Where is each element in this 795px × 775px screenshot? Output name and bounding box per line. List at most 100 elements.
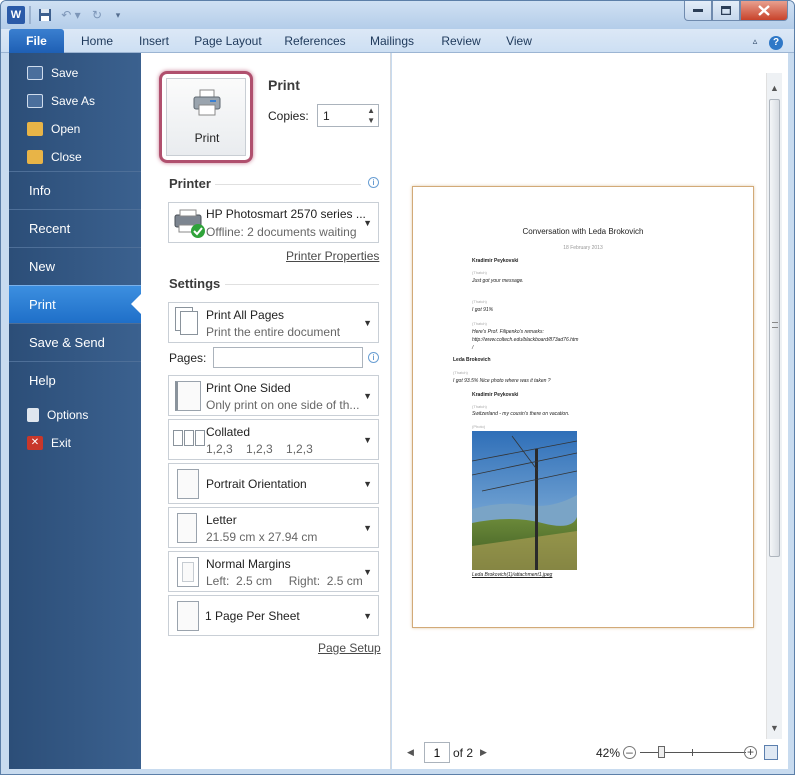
nav-close-label: Close — [51, 150, 82, 164]
one-sided-icon — [175, 381, 201, 411]
page-count: of 2 — [453, 746, 474, 760]
printer-properties-link[interactable]: Printer Properties — [286, 249, 379, 263]
nav-print[interactable]: Print — [9, 285, 141, 323]
word-app-icon[interactable]: W — [7, 6, 25, 24]
zoom-slider-thumb[interactable] — [658, 746, 665, 758]
print-heading: Print — [268, 77, 300, 93]
doc-line: (Thatch) — [453, 370, 468, 375]
copies-spinner[interactable]: 1 ▲ ▼ — [317, 104, 379, 127]
ribbon-tabs: Home Insert Page Layout References Maili… — [1, 29, 794, 53]
scroll-down-icon[interactable]: ▼ — [770, 723, 779, 733]
printer-dropdown[interactable]: HP Photosmart 2570 series ... Offline: 2… — [168, 202, 379, 243]
redo-icon[interactable]: ↻ — [89, 6, 105, 24]
doc-line: (Thatch) — [472, 404, 487, 409]
margins-dropdown[interactable]: Normal Margins Left: 2.5 cm Right: 2.5 c… — [168, 551, 379, 592]
collation-dropdown[interactable]: Collated 1,2,3 1,2,3 1,2,3 ▼ — [168, 419, 379, 460]
settings-divider — [225, 284, 379, 285]
zoom-out-icon[interactable]: – — [623, 746, 636, 759]
orientation-label: Portrait Orientation — [206, 477, 307, 491]
copies-value: 1 — [323, 109, 330, 123]
print-range-label: Print All Pages — [206, 308, 285, 322]
ribbon-collapse-icon[interactable]: ▵ — [749, 29, 761, 53]
doc-line: (Thatch) — [472, 270, 487, 275]
undo-icon[interactable]: ↶ ▾ — [59, 6, 83, 24]
orientation-dropdown[interactable]: Portrait Orientation ▼ — [168, 463, 379, 504]
pages-per-sheet-dropdown[interactable]: 1 Page Per Sheet ▼ — [168, 595, 379, 636]
print-range-dropdown[interactable]: Print All Pages Print the entire documen… — [168, 302, 379, 343]
doc-title: Conversation with Leda Brokovich — [522, 227, 644, 236]
printer-dropdown-arrow-icon: ▼ — [363, 218, 372, 228]
current-page-input[interactable] — [424, 742, 450, 763]
close-button[interactable] — [740, 1, 788, 21]
tab-references[interactable]: References — [279, 29, 351, 53]
print-range-desc: Print the entire document — [206, 325, 341, 339]
tab-page-layout[interactable]: Page Layout — [187, 29, 269, 53]
copies-label: Copies: — [268, 109, 309, 123]
scroll-up-icon[interactable]: ▲ — [770, 83, 779, 93]
nav-save[interactable]: Save — [9, 59, 141, 87]
tab-home[interactable]: Home — [73, 29, 121, 53]
preview-scrollbar[interactable]: ▲ ▼ — [766, 73, 782, 739]
zoom-slider[interactable] — [640, 746, 746, 758]
copies-down-icon[interactable]: ▼ — [367, 116, 375, 125]
nav-recent[interactable]: Recent — [9, 209, 141, 247]
nav-new[interactable]: New — [9, 247, 141, 285]
customize-qa-icon[interactable]: ▾ — [113, 6, 123, 24]
qa-separator — [29, 6, 31, 24]
print-button[interactable]: Print — [159, 71, 253, 163]
zoom-level[interactable]: 42% — [596, 746, 620, 760]
doc-line: (Thatch) — [472, 299, 487, 304]
nav-open[interactable]: Open — [9, 115, 141, 143]
zoom-to-page-icon[interactable] — [764, 745, 778, 760]
pages-info-icon[interactable]: i — [368, 352, 379, 363]
doc-line: Kradimir Peykovski — [472, 392, 519, 398]
nav-help[interactable]: Help — [9, 361, 141, 399]
nav-info[interactable]: Info — [9, 171, 141, 209]
save-icon[interactable] — [37, 6, 53, 24]
save-icon — [27, 66, 43, 80]
collated-icon — [173, 428, 205, 450]
tab-mailings[interactable]: Mailings — [361, 29, 423, 53]
portrait-icon — [177, 469, 199, 499]
copies-up-icon[interactable]: ▲ — [367, 106, 375, 115]
window-title — [161, 7, 601, 23]
next-page-icon[interactable]: ▶ — [480, 747, 487, 758]
doc-line: Switzerland - my cousin's there on vacat… — [472, 411, 570, 417]
prev-page-icon[interactable]: ◀ — [407, 747, 414, 758]
paper-size-dropdown[interactable]: Letter 21.59 cm x 27.94 cm ▼ — [168, 507, 379, 548]
paper-size-icon — [177, 513, 197, 543]
nav-save-as[interactable]: Save As — [9, 87, 141, 115]
nav-options[interactable]: Options — [9, 401, 141, 429]
nav-exit[interactable]: ✕ Exit — [9, 429, 141, 457]
nav-close[interactable]: Close — [9, 143, 141, 171]
tab-review[interactable]: Review — [433, 29, 489, 53]
minimize-button[interactable] — [684, 1, 712, 21]
collation-arrow-icon: ▼ — [363, 435, 372, 445]
tab-view[interactable]: View — [497, 29, 541, 53]
zoom-in-icon[interactable]: + — [744, 746, 757, 759]
doc-line: (Photo) — [472, 424, 486, 429]
sides-label: Print One Sided — [206, 381, 291, 395]
doc-line: I got 91% — [472, 307, 494, 313]
nav-save-as-label: Save As — [51, 94, 96, 108]
printer-info-icon[interactable]: i — [368, 177, 379, 188]
paper-size-desc: 21.59 cm x 27.94 cm — [206, 530, 318, 544]
help-icon[interactable]: ? — [767, 29, 785, 53]
print-preview-area: Conversation with Leda Brokovich 18 Febr… — [392, 53, 788, 769]
scroll-thumb[interactable] — [769, 99, 780, 557]
nav-save-send[interactable]: Save & Send — [9, 323, 141, 361]
tab-file[interactable]: File — [9, 29, 64, 53]
doc-line: http://www.coltech.edu/blackboard/873ad7… — [472, 337, 579, 343]
doc-line: Here's Prof. Filipenko's remarks: — [472, 329, 544, 335]
doc-line: (Thatch) — [472, 321, 487, 326]
sides-dropdown[interactable]: Print One Sided Only print on one side o… — [168, 375, 379, 416]
orientation-arrow-icon: ▼ — [363, 479, 372, 489]
page-setup-link[interactable]: Page Setup — [318, 641, 381, 655]
doc-line: Kradimir Peykovski — [472, 258, 519, 264]
photo-caption: Leda Brokovich(1)/attachment1.jpeg — [472, 572, 553, 578]
maximize-button[interactable] — [712, 1, 740, 21]
tab-insert[interactable]: Insert — [131, 29, 177, 53]
printer-icon — [193, 89, 221, 116]
backstage-nav: Save Save As Open Close Info Recent New … — [9, 53, 141, 769]
pages-input[interactable] — [213, 347, 363, 368]
